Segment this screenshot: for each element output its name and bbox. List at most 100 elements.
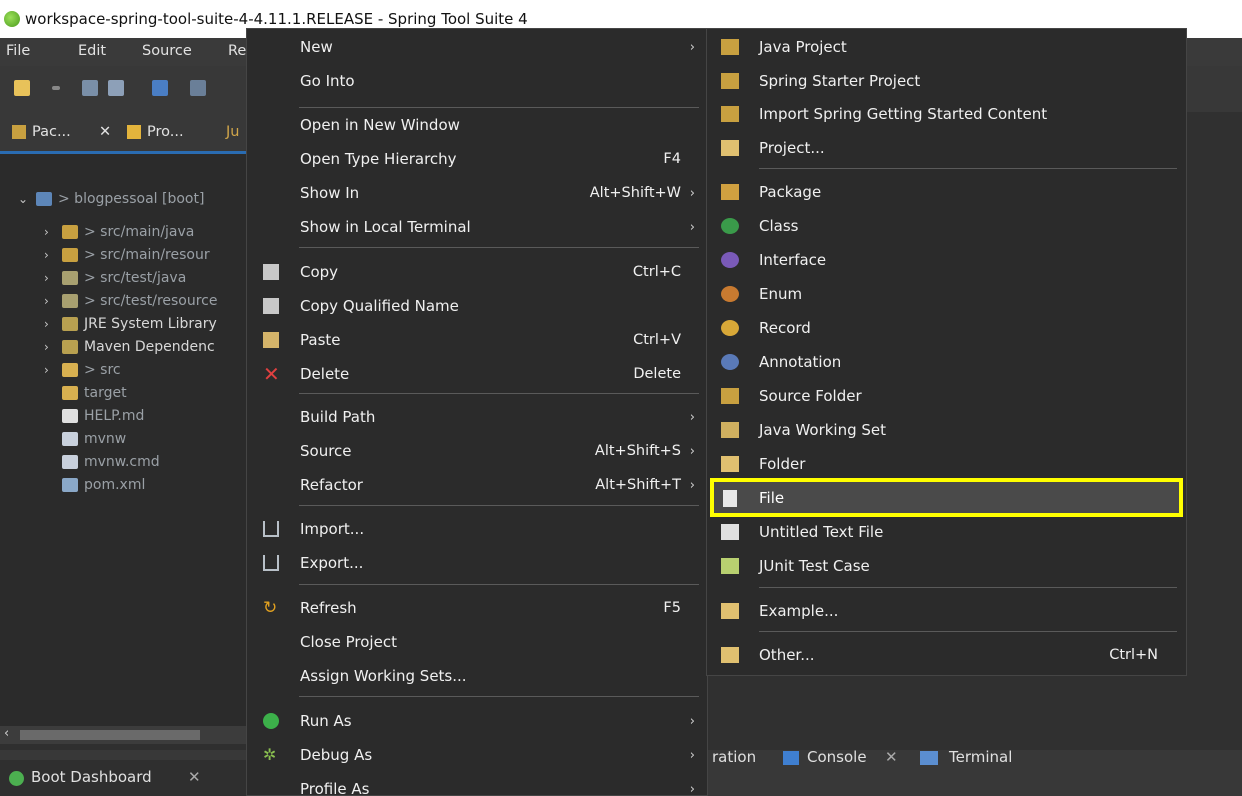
close-icon[interactable]: ✕ [885,748,898,766]
submenu-item-java-project[interactable]: Java Project [707,30,1186,64]
tab-console[interactable]: Console [807,748,867,766]
submenu-item-package[interactable]: Package [707,175,1186,209]
toggle-view-icon[interactable] [152,80,168,96]
chevron-right-icon[interactable]: › [44,271,56,285]
tree-project-label: > blogpessoal [boot] [58,191,205,207]
menu-item-close-project[interactable]: Close Project [247,625,707,659]
tree-item[interactable]: pom.xml [56,474,145,496]
menu-item-run-as[interactable]: Run As › [247,704,707,738]
tree-item[interactable]: › > src/main/java [44,221,194,243]
source-folder-icon [721,388,739,404]
search-icon[interactable] [190,80,206,96]
menu-item-paste[interactable]: Paste Ctrl+V [247,323,707,357]
submenu-arrow-icon: › [689,713,695,729]
folder-icon [62,386,78,400]
submenu-item-folder[interactable]: Folder [707,447,1186,481]
submenu-item-file[interactable]: File [759,489,784,507]
menu-item-export[interactable]: Export... [247,546,707,580]
tree-item[interactable]: mvnw.cmd [56,451,160,473]
annotation-icon [721,354,739,370]
chevron-right-icon[interactable]: › [44,225,56,239]
menu-item-build-path[interactable]: Build Path › [247,400,707,434]
dropdown-arrow-icon[interactable] [52,86,60,90]
submenu-item-untitled-text-file[interactable]: Untitled Text File [707,515,1186,549]
tab-junit[interactable]: Ju [226,124,239,140]
tree-item[interactable]: › > src/test/resource [44,290,218,312]
boot-dashboard-tab[interactable]: Boot Dashboard ✕ [0,760,246,796]
menu-item-debug-as[interactable]: ✲ Debug As › [247,738,707,772]
submenu-item-interface[interactable]: Interface [707,243,1186,277]
project-icon [36,192,52,206]
menu-source[interactable]: Source [142,43,192,59]
tree-item[interactable]: › > src/test/java [44,267,186,289]
submenu-item-class[interactable]: Class [707,209,1186,243]
package-folder-icon [62,225,78,239]
submenu-item-other[interactable]: Other... Ctrl+N [707,638,1186,672]
chevron-right-icon[interactable]: › [44,248,56,262]
menu-item-open-type-hierarchy[interactable]: Open Type Hierarchy F4 [247,142,707,176]
submenu-item-java-working-set[interactable]: Java Working Set [707,413,1186,447]
menu-item-source[interactable]: Source Alt+Shift+S › [247,434,707,468]
menu-item-go-into[interactable]: Go Into [247,64,707,98]
submenu-item-enum[interactable]: Enum [707,277,1186,311]
menu-separator [299,584,699,585]
menu-item-copy-qualified-name[interactable]: Copy Qualified Name [247,289,707,323]
menu-edit[interactable]: Edit [78,43,106,59]
new-wizard-icon[interactable] [14,80,30,96]
tree-item[interactable]: › > src/main/resour [44,244,210,266]
tree-item[interactable]: › JRE System Library [44,313,217,335]
menu-item-assign-working-sets[interactable]: Assign Working Sets... [247,659,707,693]
chevron-right-icon[interactable]: › [44,340,56,354]
close-icon[interactable]: ✕ [99,124,111,140]
menu-item-refresh[interactable]: ↻ Refresh F5 [247,591,707,625]
menu-item-copy[interactable]: Copy Ctrl+C [247,255,707,289]
menu-item-import[interactable]: Import... [247,512,707,546]
tree-item[interactable]: › > src [44,359,121,381]
submenu-item-source-folder[interactable]: Source Folder [707,379,1186,413]
package-icon [721,184,739,200]
save-all-icon[interactable] [108,80,124,96]
package-folder-icon [62,294,78,308]
submenu-item-import-spring[interactable]: Import Spring Getting Started Content [707,97,1186,131]
menu-item-show-local-terminal[interactable]: Show in Local Terminal › [247,210,707,244]
chevron-right-icon[interactable]: › [44,294,56,308]
file-highlight[interactable]: File [710,478,1183,517]
tree-item[interactable]: HELP.md [56,405,144,427]
scroll-left-icon[interactable]: ‹ [4,726,9,741]
submenu-item-project[interactable]: Project... [707,131,1186,165]
menu-item-open-new-window[interactable]: Open in New Window [247,108,707,142]
menu-item-label: Refresh [300,599,357,617]
submenu-item-spring-starter[interactable]: Spring Starter Project [707,64,1186,98]
menu-item-delete[interactable]: ✕ Delete Delete [247,357,707,391]
submenu-item-junit-test-case[interactable]: JUnit Test Case [707,549,1186,583]
menu-refactor[interactable]: Re [228,43,246,59]
tab-terminal[interactable]: Terminal [949,748,1012,766]
tree-item[interactable]: target [56,382,127,404]
shortcut-label: F5 [663,600,681,616]
close-icon[interactable]: ✕ [188,768,201,786]
menu-item-refactor[interactable]: Refactor Alt+Shift+T › [247,468,707,502]
menu-file[interactable]: File [6,43,30,59]
scroll-thumb[interactable] [20,730,200,740]
submenu-item-example[interactable]: Example... [707,594,1186,628]
menu-item-profile-as[interactable]: Profile As › [247,772,707,796]
chevron-right-icon[interactable]: › [44,363,56,377]
horizontal-scrollbar[interactable]: ‹ [0,726,248,744]
tree-item[interactable]: mvnw [56,428,126,450]
submenu-arrow-icon: › [689,477,695,493]
tree-item[interactable]: › Maven Dependenc [44,336,215,358]
menu-item-show-in[interactable]: Show In Alt+Shift+W › [247,176,707,210]
tab-package-explorer[interactable]: Pac... [32,124,71,140]
tab-project-explorer[interactable]: Pro... [147,124,184,140]
tree-project[interactable]: ⌄ > blogpessoal [boot] [18,188,204,210]
chevron-down-icon[interactable]: ⌄ [18,192,30,206]
submenu-item-annotation[interactable]: Annotation [707,345,1186,379]
submenu-item-record[interactable]: Record [707,311,1186,345]
menu-separator [299,505,699,506]
menu-item-new[interactable]: New › [247,30,707,64]
tab-configuration[interactable]: ration [712,748,756,766]
save-icon[interactable] [82,80,98,96]
menu-separator [759,587,1177,588]
chevron-right-icon[interactable]: › [44,317,56,331]
tree-item-label: mvnw [84,431,127,447]
